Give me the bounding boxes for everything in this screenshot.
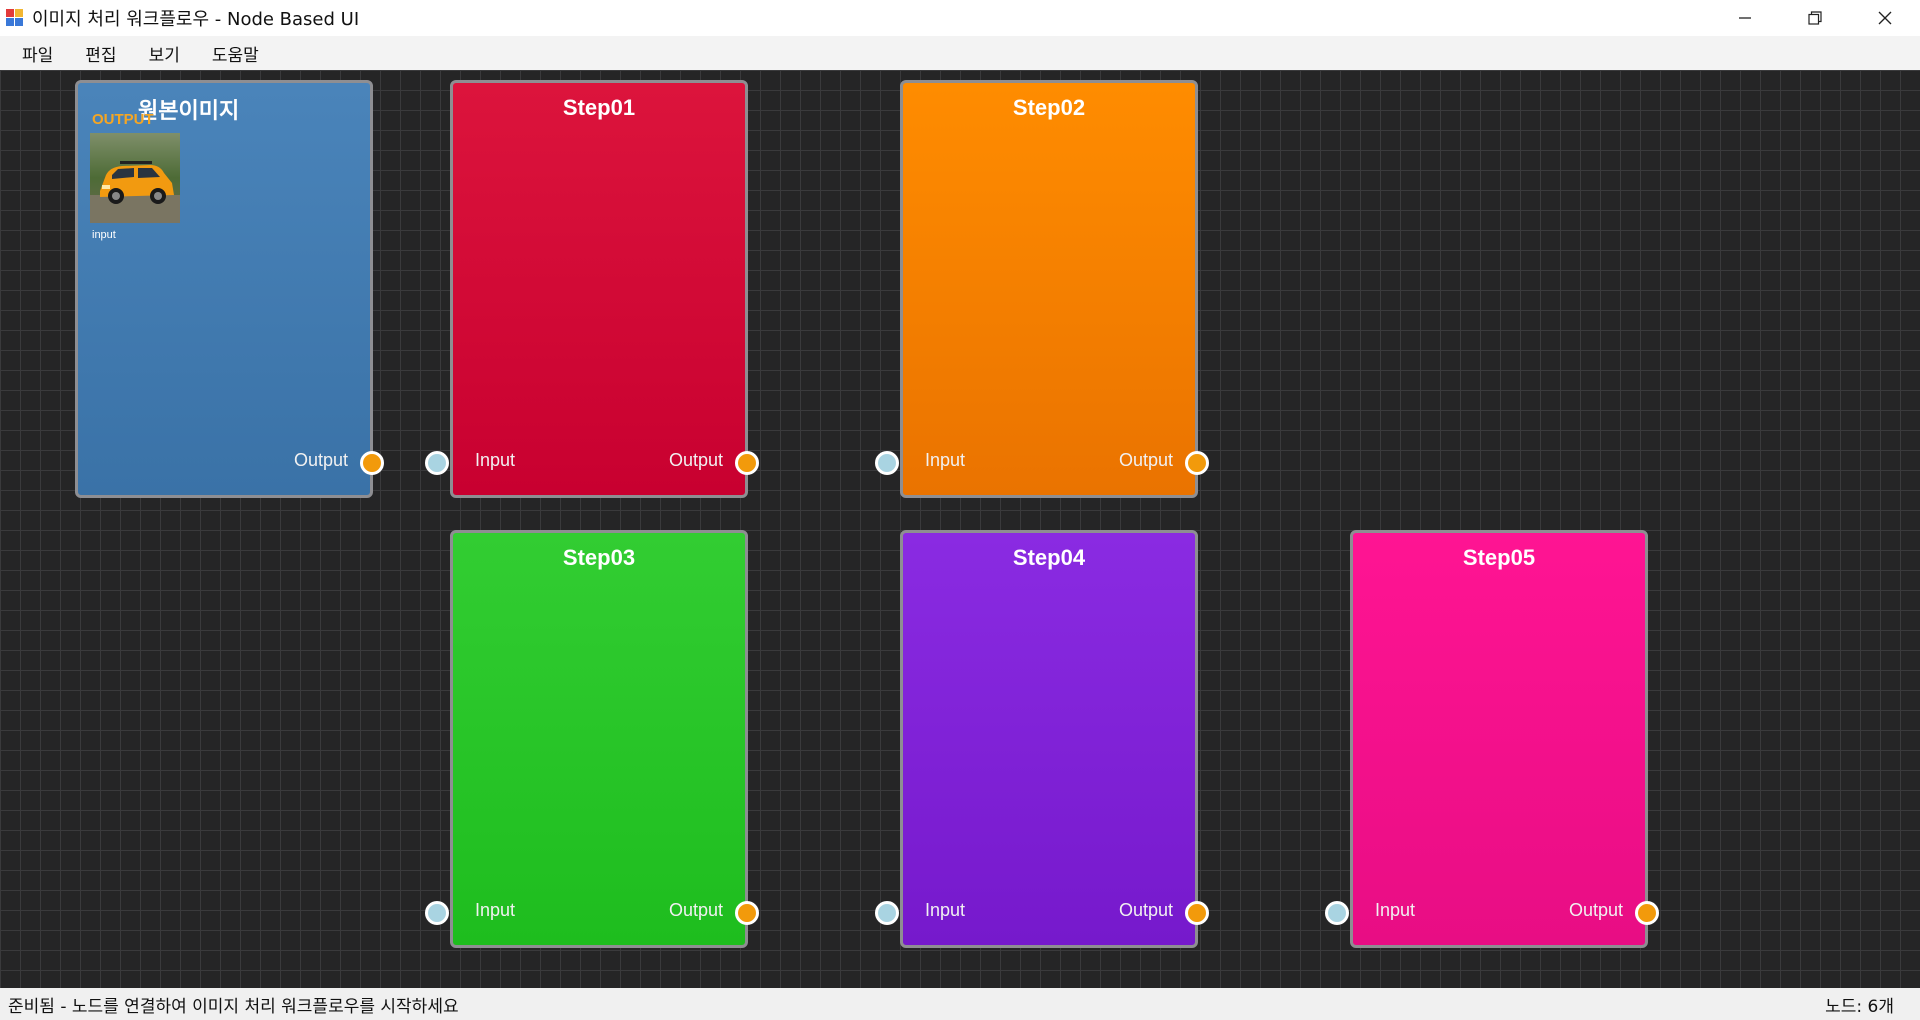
output-port[interactable] [360,451,384,475]
menu-help[interactable]: 도움말 [202,36,269,70]
output-port-label: Output [1568,900,1623,920]
node-step01[interactable]: Step01 Input Output [425,80,759,498]
input-port-label: Input [925,900,966,920]
input-port[interactable] [875,901,899,925]
input-port-label: Input [925,450,966,470]
node-canvas[interactable]: 원본이미지 OUTPUT input Output Step01 Input O… [0,70,1920,988]
menu-bar: 파일 편집 보기 도움말 [0,36,1920,70]
restore-icon [1808,11,1822,25]
input-port[interactable] [425,451,449,475]
output-port[interactable] [1185,901,1209,925]
input-port[interactable] [425,901,449,925]
node-title: Step04 [1012,545,1086,570]
node-source-image[interactable]: 원본이미지 OUTPUT input Output [75,80,384,498]
input-port[interactable] [1325,901,1349,925]
minimize-button[interactable] [1710,0,1780,36]
output-port-label: Output [1118,450,1173,470]
window-title: 이미지 처리 워크플로우 - Node Based UI [32,9,360,30]
menu-edit[interactable]: 편집 [75,36,126,70]
restore-button[interactable] [1780,0,1850,36]
thumbnail-caption: input [92,229,116,241]
window-controls [1710,0,1920,36]
node-title: Step03 [562,545,636,570]
input-port-label: Input [475,900,516,920]
output-port[interactable] [1185,451,1209,475]
node-step05[interactable]: Step05 Input Output [1325,530,1659,948]
close-icon [1878,11,1892,25]
node-step02[interactable]: Step02 Input Output [875,80,1209,498]
input-port[interactable] [875,451,899,475]
close-button[interactable] [1850,0,1920,36]
status-bar: 준비됨 - 노드를 연결하여 이미지 처리 워크플로우를 시작하세요 노드: 6… [0,988,1920,1020]
menu-view[interactable]: 보기 [139,36,190,70]
source-image-thumbnail[interactable] [90,133,180,223]
node-title: Step02 [1012,95,1086,120]
car-image-icon [90,133,180,223]
node-count: 노드: 6개 [1825,996,1894,1017]
output-port[interactable] [735,901,759,925]
output-tag: OUTPUT [92,111,154,128]
status-message: 준비됨 - 노드를 연결하여 이미지 처리 워크플로우를 시작하세요 [8,996,459,1017]
minimize-icon [1739,17,1751,19]
app-icon [6,9,24,27]
input-port-label: Input [1375,900,1416,920]
output-port-label: Output [668,900,723,920]
node-title: Step01 [562,95,636,120]
output-port-label: Output [293,450,348,470]
menu-file[interactable]: 파일 [12,36,63,70]
node-step03[interactable]: Step03 Input Output [425,530,759,948]
output-port[interactable] [735,451,759,475]
input-port-label: Input [475,450,516,470]
output-port-label: Output [668,450,723,470]
output-port-label: Output [1118,900,1173,920]
output-port[interactable] [1635,901,1659,925]
node-step04[interactable]: Step04 Input Output [875,530,1209,948]
title-bar: 이미지 처리 워크플로우 - Node Based UI [0,0,1920,36]
node-title: Step05 [1462,545,1536,570]
